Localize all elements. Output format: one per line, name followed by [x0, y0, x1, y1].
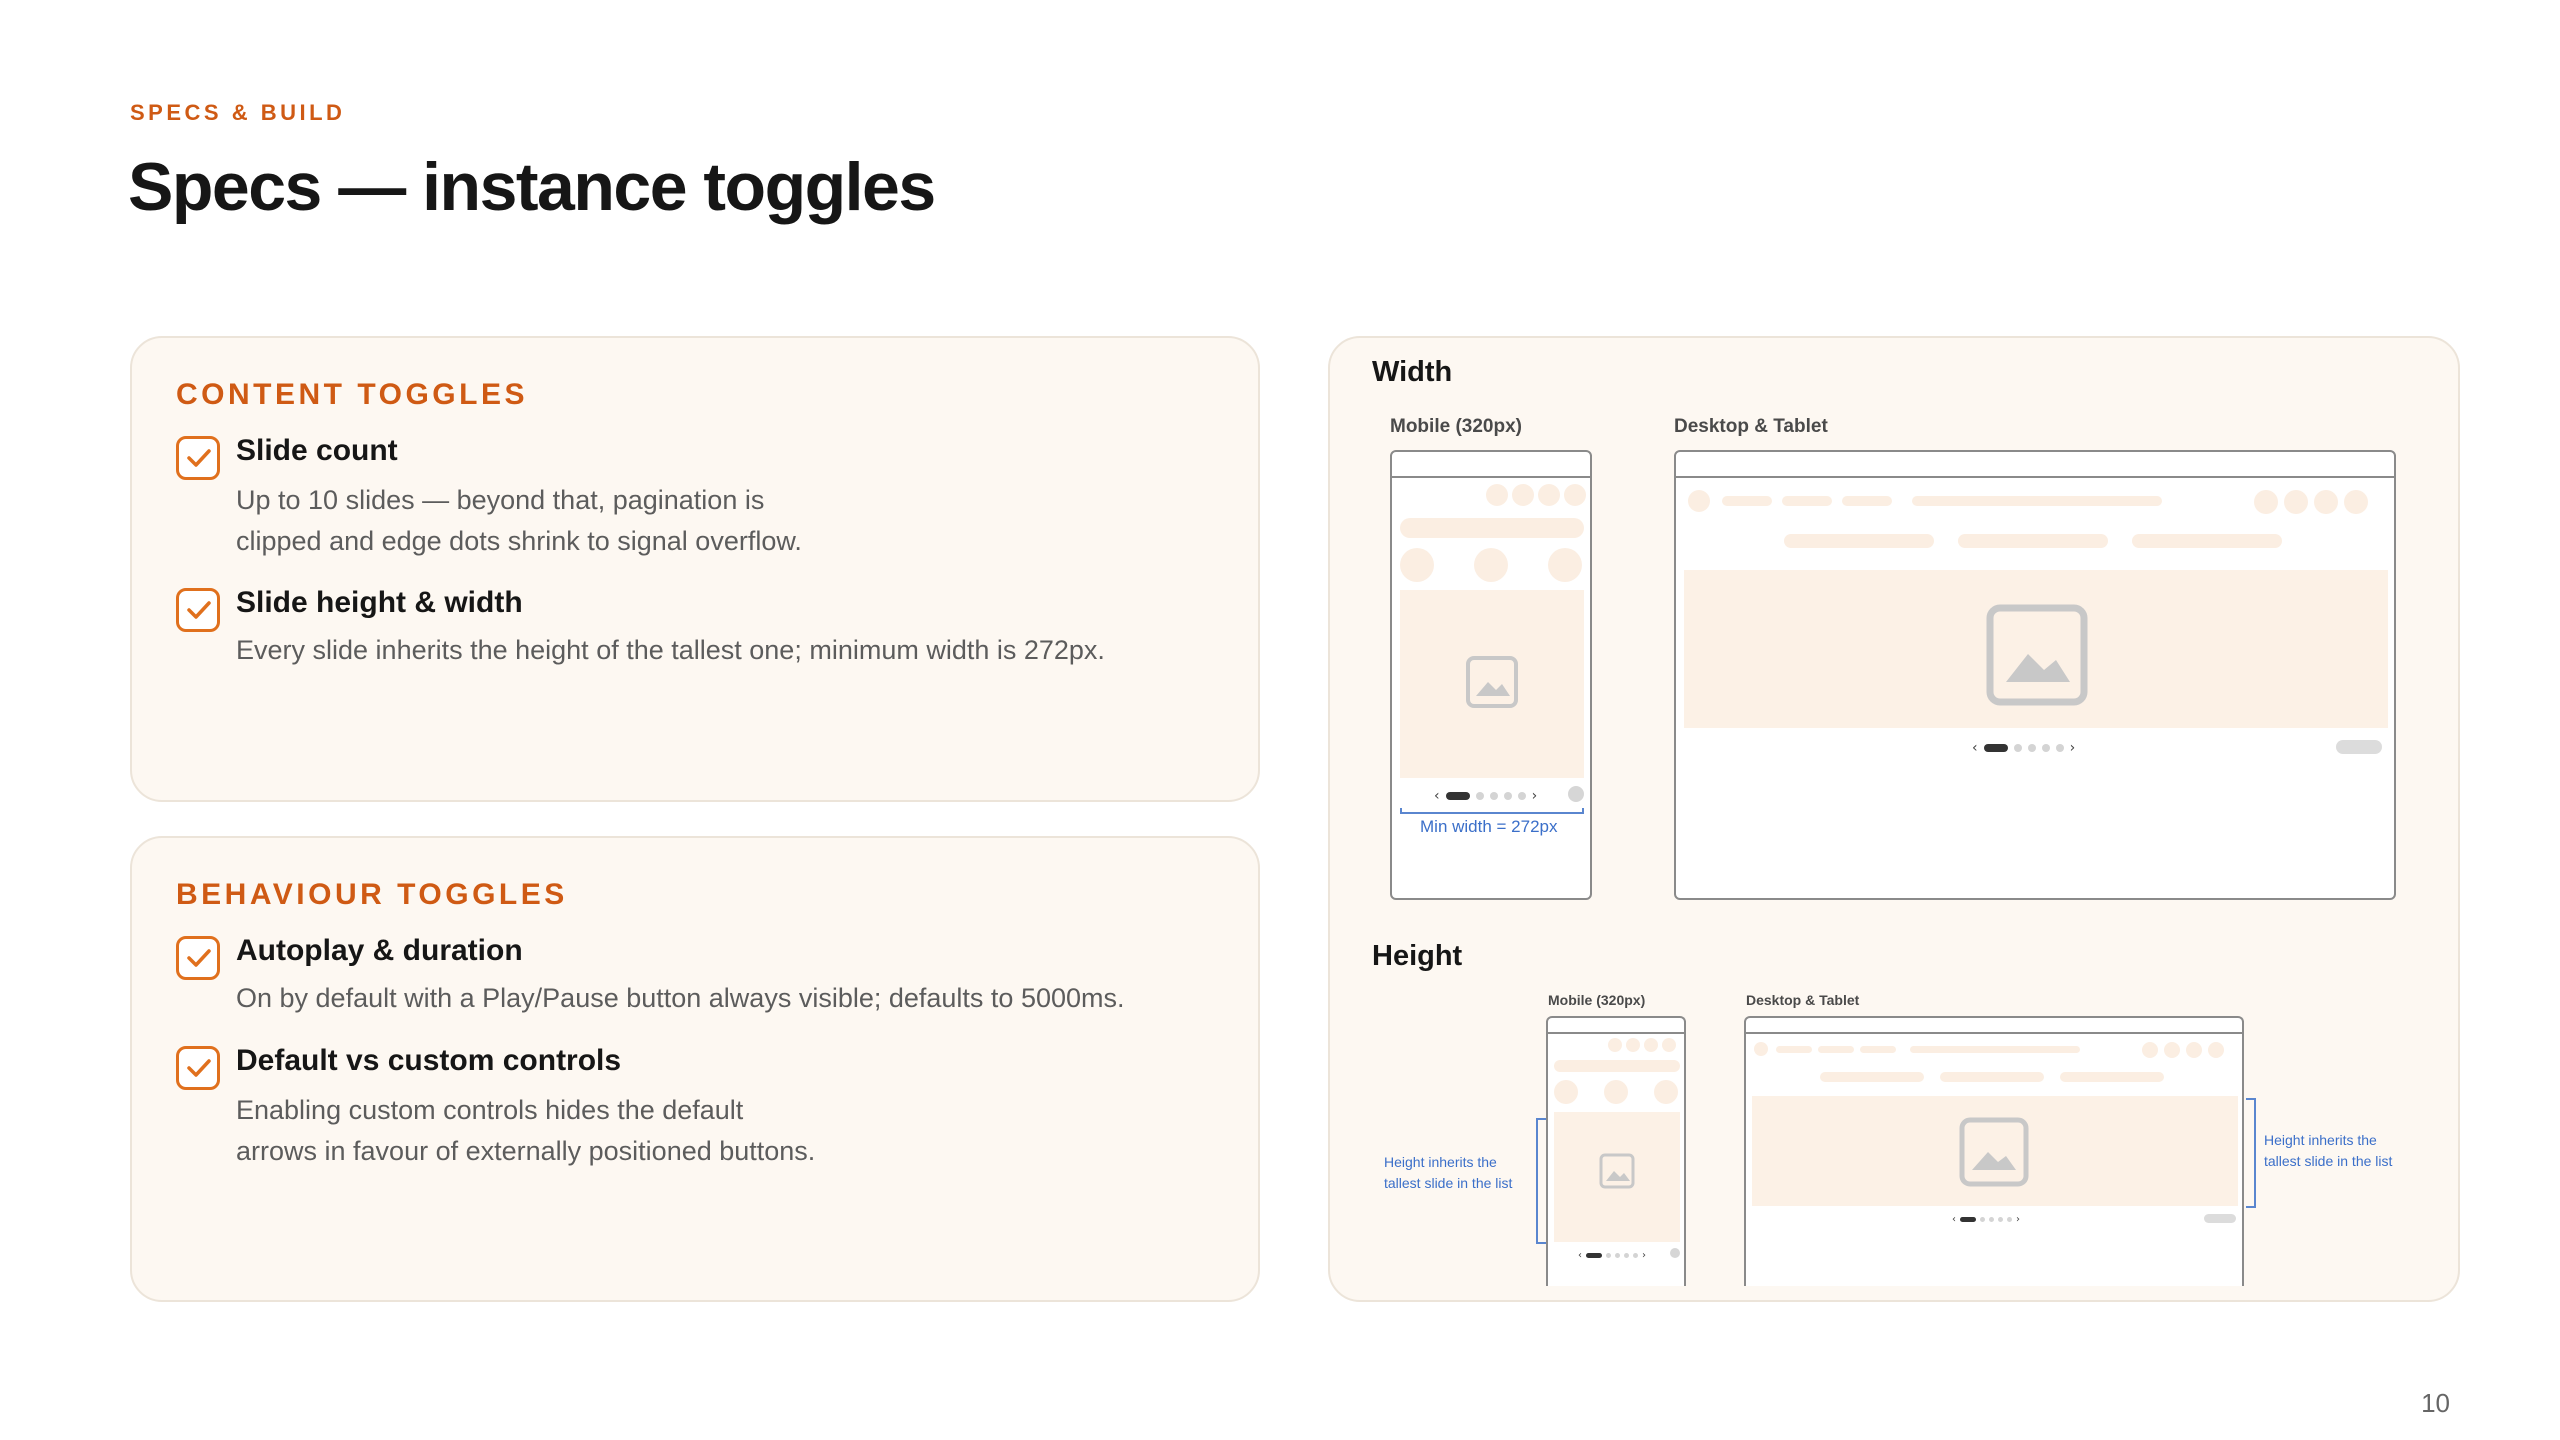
toggle-slide-count: Slide count Up to 10 slides — beyond tha… [176, 434, 1226, 564]
toggle-description: On by default with a Play/Pause button a… [236, 983, 1125, 1013]
chevron-right-icon[interactable]: › [1642, 1250, 1646, 1261]
chevron-left-icon[interactable]: ‹ [1578, 1250, 1582, 1261]
page-number: 10 [2421, 1388, 2450, 1418]
behaviour-toggles-card: BEHAVIOUR TOGGLES Autoplay & duration On… [130, 836, 1260, 1302]
desktop-frame-label: Desktop & Tablet [1674, 416, 1828, 437]
toggle-title: Autoplay & duration [236, 934, 523, 967]
toggle-description: Enabling custom controls hides the defau… [236, 1095, 816, 1166]
height-label: Height [1372, 940, 1463, 972]
checkbox-checked-icon[interactable] [176, 588, 220, 632]
chevron-left-icon[interactable]: ‹ [1972, 740, 1978, 756]
toggle-title: Slide count [236, 434, 398, 467]
pagination-dots[interactable]: ‹ › [1578, 1250, 1646, 1261]
checkbox-checked-icon[interactable] [176, 1046, 220, 1090]
toggle-slide-height-width: Slide height & width Every slide inherit… [176, 586, 1226, 676]
min-width-annotation: Min width = 272px [1420, 817, 1558, 836]
mobile-frame-label: Mobile (320px) [1390, 416, 1522, 437]
chevron-left-icon[interactable]: ‹ [1952, 1214, 1956, 1225]
mobile-frame-label-small: Mobile (320px) [1548, 992, 1646, 1008]
pagination-dots[interactable]: ‹ › [1972, 740, 2075, 756]
toggle-title: Default vs custom controls [236, 1044, 622, 1077]
toggle-description: Up to 10 slides — beyond that, paginatio… [236, 485, 802, 556]
behaviour-toggles-heading: BEHAVIOUR TOGGLES [176, 878, 568, 911]
pagination-dots[interactable]: ‹ › [1434, 788, 1537, 804]
chevron-right-icon[interactable]: › [1532, 788, 1538, 804]
spec-diagram-card: Width Mobile (320px) Desktop & Tablet ‹ … [1328, 336, 2460, 1302]
content-toggles-card: CONTENT TOGGLES Slide count Up to 10 sli… [130, 336, 1260, 802]
height-annotation-right: Height inherits the tallest slide in the… [2264, 1132, 2393, 1169]
chevron-right-icon[interactable]: › [2070, 740, 2076, 756]
toggle-title: Slide height & width [236, 586, 523, 619]
desktop-frame: ‹ › [1674, 450, 2396, 900]
image-placeholder-icon [1959, 1117, 2029, 1187]
chevron-left-icon[interactable]: ‹ [1434, 788, 1440, 804]
content-toggles-heading: CONTENT TOGGLES [176, 378, 528, 411]
mobile-frame-small: ‹ › [1546, 1016, 1686, 1286]
image-placeholder-icon [1599, 1153, 1635, 1189]
checkbox-checked-icon[interactable] [176, 436, 220, 480]
desktop-frame-label-small: Desktop & Tablet [1746, 992, 1860, 1008]
toggle-description: Every slide inherits the height of the t… [236, 635, 1105, 665]
image-placeholder-icon [1986, 604, 2088, 706]
chevron-right-icon[interactable]: › [2016, 1214, 2020, 1225]
image-placeholder-icon [1466, 656, 1518, 708]
page-title: Specs — instance toggles [128, 149, 936, 225]
toggle-autoplay: Autoplay & duration On by default with a… [176, 934, 1226, 1024]
checkbox-checked-icon[interactable] [176, 936, 220, 980]
width-label: Width [1372, 356, 1453, 388]
eyebrow: SPECS & BUILD [130, 100, 346, 125]
height-annotation-left: Height inherits the tallest slide in the… [1384, 1154, 1513, 1191]
slide: SPECS & BUILD Specs — instance toggles C… [0, 0, 2560, 1440]
desktop-frame-small: ‹ › [1744, 1016, 2244, 1286]
mobile-frame: ‹ › Min width = 272px [1390, 450, 1592, 900]
pagination-dots[interactable]: ‹ › [1952, 1214, 2020, 1225]
toggle-custom-controls: Default vs custom controls Enabling cust… [176, 1044, 1226, 1174]
